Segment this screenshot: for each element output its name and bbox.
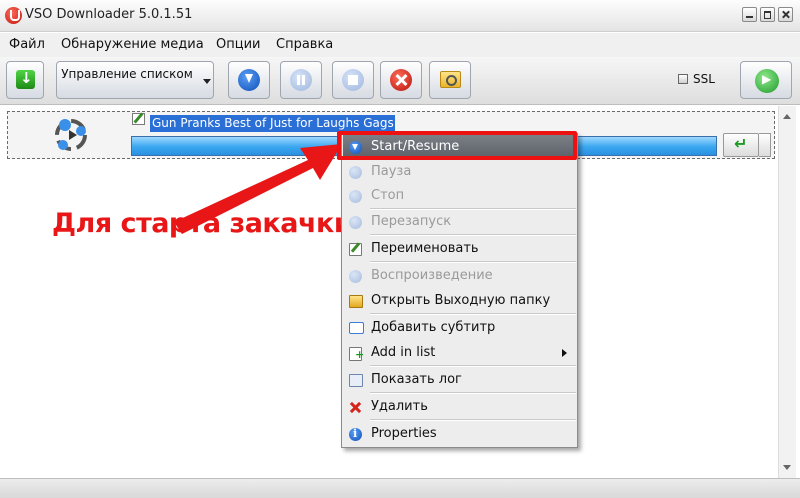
submenu-arrow-icon (562, 349, 567, 357)
open-folder-button[interactable] (429, 61, 471, 99)
add-to-list-icon (349, 347, 364, 361)
media-thumbnail-icon (55, 119, 87, 151)
list-management-dropdown[interactable] (199, 61, 214, 99)
menu-media-detection[interactable]: Обнаружение медиа (61, 37, 204, 52)
list-management-button[interactable]: Управление списком (56, 61, 206, 99)
stop-button[interactable] (332, 61, 374, 99)
window-title: VSO Downloader 5.0.1.51 (25, 7, 193, 22)
menu-add-subtitle[interactable]: Добавить субтитр (343, 316, 576, 341)
delete-icon (390, 69, 412, 91)
restart-icon (349, 216, 362, 229)
menu-file[interactable]: Файл (9, 37, 45, 52)
menu-show-log[interactable]: Показать лог (343, 368, 576, 393)
pause-icon (290, 69, 312, 91)
menu-properties[interactable]: Properties (343, 422, 576, 447)
info-icon (349, 427, 362, 441)
maximize-button[interactable] (760, 7, 775, 22)
folder-icon (349, 295, 363, 308)
menu-options[interactable]: Опции (216, 37, 260, 52)
vertical-scrollbar[interactable] (778, 106, 796, 478)
delete-button[interactable] (380, 61, 422, 99)
menu-separator (370, 313, 576, 315)
delete-icon (349, 401, 362, 414)
menu-open-output-folder[interactable]: Открыть Выходную папку (343, 289, 576, 314)
browser-button[interactable] (740, 61, 792, 99)
pause-icon (349, 166, 362, 179)
row-action-dropdown[interactable] (759, 133, 771, 157)
menu-delete[interactable]: Удалить (343, 395, 576, 420)
start-icon (238, 69, 260, 91)
scroll-down-icon[interactable] (778, 460, 796, 476)
menu-bar: Файл Обнаружение медиа Опции Справка (0, 33, 800, 57)
rename-icon[interactable] (132, 113, 145, 125)
start-resume-highlight (337, 131, 577, 160)
menu-separator (370, 392, 576, 394)
context-menu: Start/Resume Пауза Стоп Перезапуск Переи… (341, 133, 578, 448)
menu-separator (370, 234, 576, 236)
download-icon (16, 69, 35, 89)
stop-icon (349, 190, 362, 203)
row-action-button[interactable] (723, 133, 759, 157)
minimize-button[interactable] (742, 7, 757, 22)
start-button[interactable] (228, 61, 270, 99)
menu-rename[interactable]: Переименовать (343, 237, 576, 262)
ssl-label: SSL (693, 72, 715, 86)
menu-play[interactable]: Воспроизведение (343, 264, 576, 289)
pause-button[interactable] (280, 61, 322, 99)
menu-separator (370, 419, 576, 421)
stop-icon (342, 69, 364, 91)
menu-stop[interactable]: Стоп (343, 184, 576, 209)
menu-separator (370, 261, 576, 263)
list-management-label: Управление списком (61, 67, 193, 81)
play-icon (349, 270, 362, 283)
folder-search-icon (440, 71, 461, 88)
subtitle-icon (349, 322, 364, 334)
scroll-up-icon[interactable] (778, 108, 796, 124)
menu-pause[interactable]: Пауза (343, 160, 576, 185)
globe-icon (755, 69, 779, 93)
ssl-checkbox[interactable] (678, 74, 688, 84)
download-button[interactable] (6, 61, 44, 99)
menu-separator (370, 365, 576, 367)
rename-icon (349, 243, 362, 256)
status-bar (0, 478, 800, 498)
app-icon (5, 7, 22, 24)
close-button[interactable] (778, 7, 793, 22)
menu-add-in-list[interactable]: Add in list (343, 341, 576, 366)
menu-restart[interactable]: Перезапуск (343, 210, 576, 235)
menu-help[interactable]: Справка (276, 37, 333, 52)
log-icon (349, 374, 363, 387)
annotation-arrow-icon (174, 144, 342, 234)
